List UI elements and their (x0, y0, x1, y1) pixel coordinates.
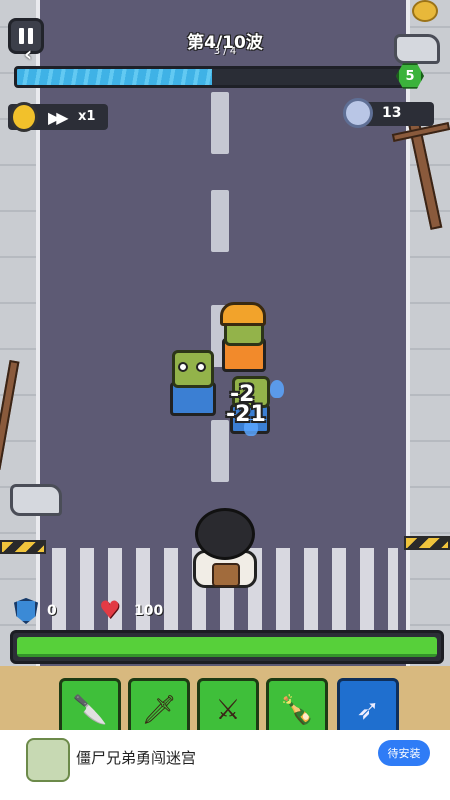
road-barrier (404, 536, 450, 550)
player-head (195, 508, 255, 560)
heart-icon: ♥ (99, 596, 121, 624)
molotov-icon: 🍾 (279, 692, 315, 726)
stopwatch-icon (10, 102, 38, 132)
road-barrier (0, 540, 46, 554)
dagger-icon: 🗡 (141, 692, 177, 726)
health-bar (10, 630, 444, 664)
damage-number: -21 (226, 402, 266, 427)
rock (10, 484, 62, 516)
gold-coin-icon[interactable] (412, 0, 438, 22)
lane-marking (211, 190, 229, 252)
backpack-icon (212, 563, 240, 587)
silver-coin-icon (343, 98, 373, 128)
ice-flame-icon (270, 380, 284, 398)
install-button[interactable]: 待安装 (378, 740, 430, 766)
health-bar-fill (17, 637, 437, 657)
game-screen: -2 -21 ‹ 第4/10波 3 / 4 5 ▶▶ x1 13 0 ♥ 100… (0, 0, 450, 800)
wave-progress-fill (17, 69, 212, 85)
left-sidewalk (0, 0, 40, 670)
right-sidewalk (406, 0, 450, 670)
ad-title[interactable]: 僵尸兄弟勇闯迷宫 (76, 747, 196, 768)
knife-icon: 🔪 (72, 692, 108, 726)
lane-marking (211, 420, 229, 482)
sword-icon: ⚔ (215, 692, 241, 726)
kunai-icon: ➶ (356, 692, 380, 726)
health-value: 100 (134, 603, 164, 619)
zombie-eye (178, 362, 188, 372)
wave-progress-bar (14, 66, 409, 88)
lane-marking (211, 92, 229, 154)
fast-forward-icon[interactable]: ▶▶ (48, 108, 69, 127)
silver-count: 13 (382, 105, 402, 121)
wave-progress-text: 3 / 4 (213, 46, 237, 57)
ad-app-icon[interactable] (26, 738, 70, 782)
shield-value: 0 (47, 603, 57, 619)
speed-label[interactable]: x1 (78, 109, 95, 124)
zombie-eye (196, 362, 206, 372)
hard-hat-icon (220, 302, 266, 326)
